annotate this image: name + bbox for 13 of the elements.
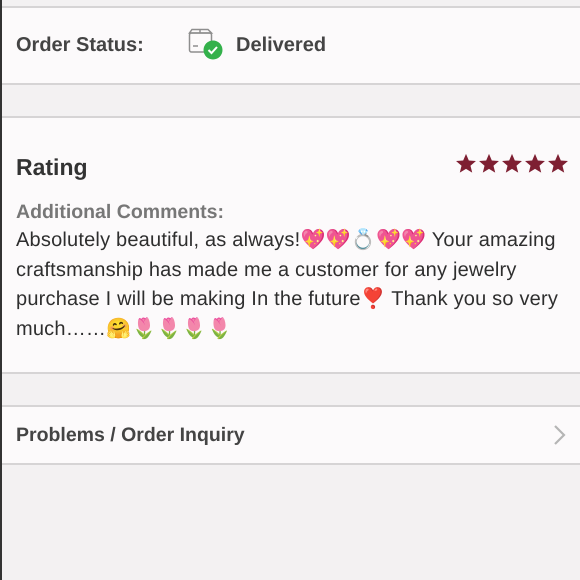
star-icon [524, 153, 546, 174]
star-icon [455, 153, 477, 174]
star-icon [501, 153, 523, 174]
problems-order-inquiry-link[interactable]: Problems / Order Inquiry [2, 405, 580, 465]
delivered-package-icon [188, 28, 224, 60]
order-status-value: Delivered [236, 34, 326, 57]
comments-label: Additional Comments: [16, 201, 225, 224]
comment-text: Absolutely beautiful, as always!💖💖💍💖💖 Your amazing craftsmanship has made me a customer for any jewelry purchase I will be making In the future❣ Thank you so very much……🤗🌷🌷🌷🌷 [16, 227, 560, 342]
order-status-label: Order Status: [16, 34, 145, 57]
rating-title: Rating [16, 154, 88, 181]
star-icon [478, 153, 500, 174]
star-icon [547, 153, 569, 174]
chevron-right-icon [552, 424, 566, 446]
